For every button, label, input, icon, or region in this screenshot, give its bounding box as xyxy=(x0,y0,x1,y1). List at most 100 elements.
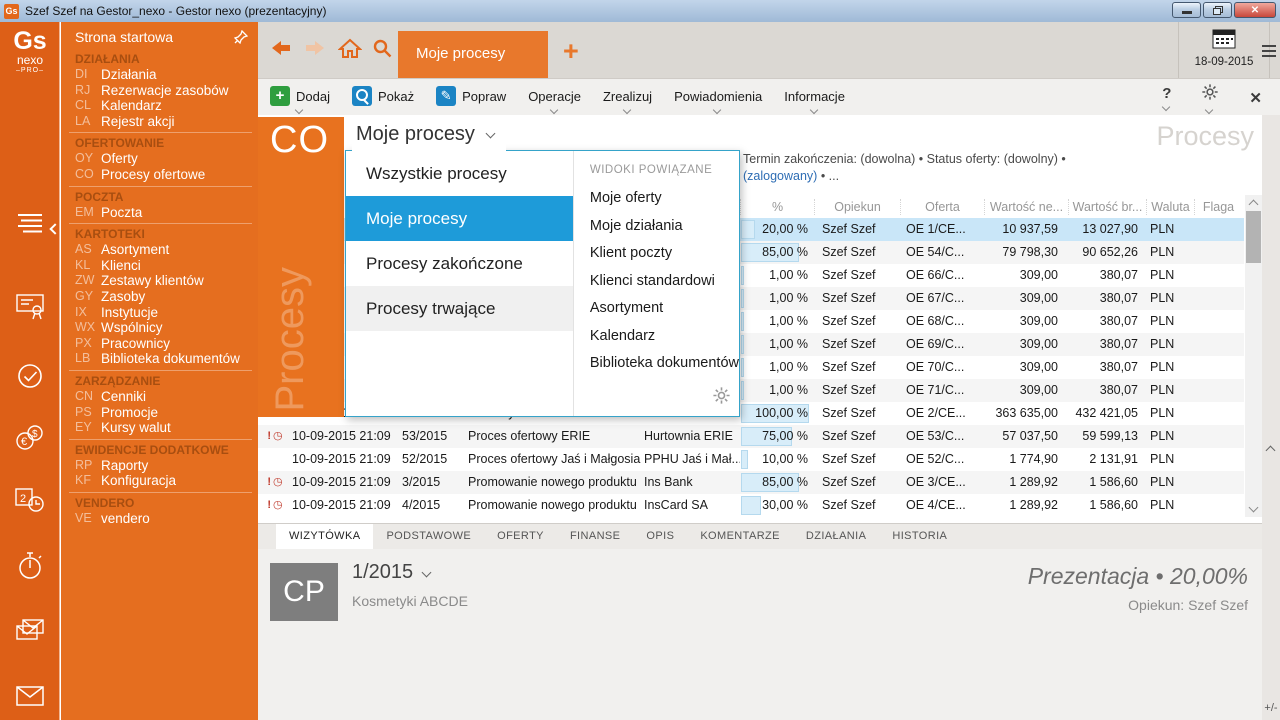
column-header-netto[interactable]: Wartość ne... xyxy=(984,199,1068,215)
toolbar-button[interactable]: Informacje xyxy=(784,79,845,115)
sidebar-item[interactable]: LA Rejestr akcji xyxy=(69,114,252,130)
sidebar-section-items: DI Działania RJ Rezerwacje zasobów CL xyxy=(69,67,252,129)
record-number[interactable]: 1/2015 xyxy=(352,561,430,584)
app-menu-icon[interactable] xyxy=(1258,42,1280,60)
sidebar-item[interactable]: CO Procesy ofertowe xyxy=(69,167,252,183)
detail-tab[interactable]: FINANSE xyxy=(557,524,633,549)
table-row[interactable]: 10-09-2015 21:09 53/2015 Proces ofertowy… xyxy=(258,425,1244,448)
settings-button[interactable] xyxy=(1201,83,1219,113)
toolbar-button[interactable]: Pokaż xyxy=(352,79,414,115)
sidebar-item[interactable]: DI Działania xyxy=(69,67,252,83)
view-menu-item[interactable]: Procesy trwające xyxy=(346,286,573,331)
restore-button[interactable] xyxy=(1203,2,1232,18)
filter-more[interactable]: • ... xyxy=(821,169,839,183)
cell-percent: 1,00 % xyxy=(740,356,814,379)
pin-icon[interactable] xyxy=(234,30,248,44)
detail-tab[interactable]: OPIS xyxy=(633,524,687,549)
sidebar-item[interactable]: PS Promocje xyxy=(69,405,252,421)
tasks-check-icon[interactable] xyxy=(13,360,47,392)
view-menu-item[interactable]: Wszystkie procesy xyxy=(346,151,573,196)
minimize-button[interactable] xyxy=(1172,2,1201,18)
toolbar-button-label: Zrealizuj xyxy=(603,89,652,104)
cell-waluta: PLN xyxy=(1146,379,1194,402)
mail-stack-icon[interactable] xyxy=(13,614,47,646)
calendar-clock-icon[interactable]: 2 xyxy=(13,484,47,516)
new-tab-button[interactable]: + xyxy=(563,36,579,67)
view-title[interactable]: Moje procesy xyxy=(352,120,506,151)
close-window-button[interactable]: ✕ xyxy=(1234,2,1276,18)
help-button[interactable]: ? xyxy=(1162,85,1171,110)
detail-tab[interactable]: HISTORIA xyxy=(879,524,960,549)
mail-icon[interactable] xyxy=(13,680,47,712)
sidebar-item[interactable]: IX Instytucje xyxy=(69,305,252,321)
sidebar-item[interactable]: GY Zasoby xyxy=(69,289,252,305)
detail-tab[interactable]: KOMENTARZE xyxy=(687,524,793,549)
view-menu-item[interactable]: Procesy zakończone xyxy=(346,241,573,286)
related-view-link[interactable]: Biblioteka dokumentów xyxy=(590,350,739,378)
home-icon[interactable] xyxy=(338,37,362,59)
menu-hamburger-icon[interactable] xyxy=(13,207,47,239)
sidebar-item[interactable]: ZW Zestawy klientów xyxy=(69,273,252,289)
search-icon[interactable] xyxy=(372,38,393,59)
sidebar-item[interactable]: RJ Rezerwacje zasobów xyxy=(69,83,252,99)
column-header-flaga[interactable]: Flaga xyxy=(1194,199,1242,215)
sidebar-item[interactable]: KF Konfiguracja xyxy=(69,473,252,489)
sidebar-item[interactable]: LB Biblioteka dokumentów xyxy=(69,351,252,367)
related-view-link[interactable]: Klient poczty xyxy=(590,240,739,268)
sidebar-item[interactable]: AS Asortyment xyxy=(69,242,252,258)
toolbar-button[interactable]: Dodaj xyxy=(270,79,330,115)
sidebar-item[interactable]: PX Pracownicy xyxy=(69,336,252,352)
sidebar-item[interactable]: EM Poczta xyxy=(69,205,252,221)
column-header-pct[interactable]: % xyxy=(740,199,814,215)
sidebar-item-home[interactable]: Strona startowa xyxy=(69,28,252,49)
detail-tab[interactable]: OFERTY xyxy=(484,524,557,549)
sidebar-item[interactable]: CL Kalendarz xyxy=(69,98,252,114)
toolbar-button[interactable]: Operacje xyxy=(528,79,581,115)
related-view-link[interactable]: Moje działania xyxy=(590,213,739,241)
related-view-link[interactable]: Asortyment xyxy=(590,295,739,323)
sidebar-item[interactable]: KL Klienci xyxy=(69,258,252,274)
scroll-up-icon[interactable] xyxy=(1249,200,1259,210)
date-widget[interactable]: 18-09-2015 xyxy=(1178,22,1270,78)
column-header-opiekun[interactable]: Opiekun xyxy=(814,199,900,215)
back-icon[interactable] xyxy=(270,39,292,57)
sidebar-item[interactable]: WX Wspólnicy xyxy=(69,320,252,336)
table-row[interactable]: 10-09-2015 21:09 52/2015 Proces ofertowy… xyxy=(258,448,1244,471)
related-view-link[interactable]: Kalendarz xyxy=(590,323,739,351)
table-row[interactable]: 10-09-2015 21:09 4/2015 Promowanie noweg… xyxy=(258,494,1244,517)
filter-line1[interactable]: Termin zakończenia: (dowolna) • Status o… xyxy=(743,151,1066,168)
filter-link[interactable]: (zalogowany) xyxy=(743,169,817,183)
sidebar-item[interactable]: CN Cenniki xyxy=(69,389,252,405)
filter-line2[interactable]: (zalogowany) • ... xyxy=(743,168,1066,185)
view-settings-gear-icon[interactable] xyxy=(712,386,731,410)
related-view-link[interactable]: Klienci standardowi xyxy=(590,268,739,296)
column-header-oferta[interactable]: Oferta xyxy=(900,199,984,215)
sidebar-item[interactable]: OY Oferty xyxy=(69,151,252,167)
column-header-brutto[interactable]: Wartość br... xyxy=(1068,199,1146,215)
forward-icon[interactable] xyxy=(304,39,326,57)
close-view-button[interactable]: ✕ xyxy=(1249,89,1262,107)
currency-coins-icon[interactable]: $ € xyxy=(13,422,47,454)
toolbar-button[interactable]: Powiadomienia xyxy=(674,79,762,115)
sidebar-item[interactable]: EY Kursy walut xyxy=(69,420,252,436)
sidebar-item[interactable]: VE vendero xyxy=(69,511,252,527)
tab-moje-procesy[interactable]: Moje procesy xyxy=(398,31,548,78)
detail-tab[interactable]: PODSTAWOWE xyxy=(373,524,484,549)
scrollbar-thumb[interactable] xyxy=(1246,211,1261,263)
detail-tab[interactable]: WIZYTÓWKA xyxy=(276,524,373,549)
table-scrollbar[interactable] xyxy=(1245,195,1262,517)
certificates-icon[interactable] xyxy=(13,290,47,322)
collapse-panel-icon[interactable] xyxy=(1266,446,1276,456)
related-view-link[interactable]: Moje oferty xyxy=(590,185,739,213)
stopwatch-icon[interactable] xyxy=(13,550,47,582)
column-header-waluta[interactable]: Waluta xyxy=(1146,199,1194,215)
sidebar-item[interactable]: RP Raporty xyxy=(69,458,252,474)
detail-tab[interactable]: DZIAŁANIA xyxy=(793,524,879,549)
table-row[interactable]: 10-09-2015 21:09 3/2015 Promowanie noweg… xyxy=(258,471,1244,494)
zoom-control[interactable]: +/- xyxy=(1262,702,1280,714)
scroll-down-icon[interactable] xyxy=(1249,503,1259,513)
toolbar-button[interactable]: Zrealizuj xyxy=(603,79,652,115)
toolbar-button[interactable]: Popraw xyxy=(436,79,506,115)
cell-waluta: PLN xyxy=(1146,241,1194,264)
view-menu-item[interactable]: Moje procesy xyxy=(346,196,573,241)
